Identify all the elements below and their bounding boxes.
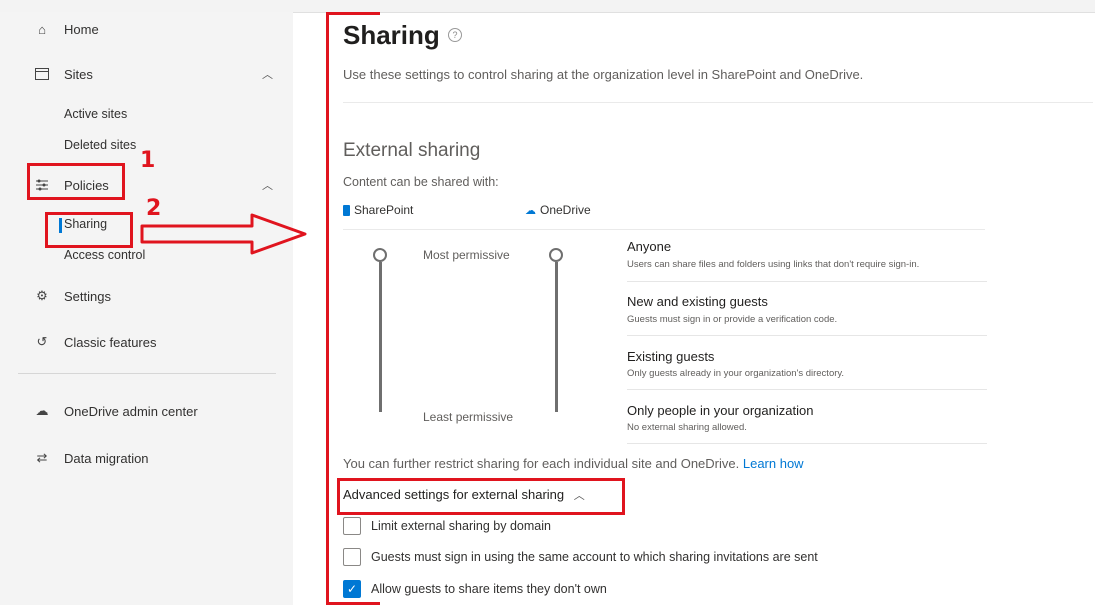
- help-icon[interactable]: ?: [448, 28, 462, 42]
- gear-icon: ⚙: [36, 288, 48, 303]
- cloud-icon: ☁: [35, 403, 49, 418]
- migration-icon: ⇄: [36, 450, 48, 465]
- cloud-icon: ☁: [525, 204, 536, 217]
- nav-settings-label: Settings: [64, 288, 111, 304]
- nav-sites-label: Sites: [64, 66, 93, 82]
- level-anyone-title: Anyone: [627, 239, 672, 254]
- most-permissive-label: Most permissive: [423, 248, 510, 262]
- nav-data-migration[interactable]: ⇄ Data migration: [0, 441, 293, 475]
- nav-access-control[interactable]: Access control: [64, 248, 145, 262]
- restrict-sharing-text: You can further restrict sharing for eac…: [343, 456, 804, 471]
- level-anyone-desc: Users can share files and folders using …: [627, 259, 920, 270]
- onedrive-header: ☁ OneDrive: [525, 203, 591, 217]
- nav-onedrive-admin[interactable]: ☁ OneDrive admin center: [0, 394, 293, 428]
- nav-home[interactable]: ⌂ Home: [0, 12, 293, 46]
- annotation-advanced-box: [337, 478, 625, 515]
- chevron-up-icon[interactable]: ︿: [262, 66, 273, 82]
- restrict-text: You can further restrict sharing for eac…: [343, 456, 740, 471]
- annotation-policies-box: [27, 163, 125, 200]
- level-new-existing-desc: Guests must sign in or provide a verific…: [627, 314, 838, 325]
- nav-active-sites[interactable]: Active sites: [64, 107, 127, 121]
- annotation-arrow: [140, 213, 307, 255]
- least-permissive-label: Least permissive: [423, 410, 514, 424]
- nav-deleted-sites[interactable]: Deleted sites: [64, 138, 136, 152]
- separator: [627, 389, 987, 390]
- annotation-sharing-box: [45, 212, 133, 248]
- home-icon: ⌂: [38, 21, 46, 37]
- checkbox-guests-share[interactable]: ✓ Allow guests to share items they don't…: [343, 580, 607, 598]
- nav-settings[interactable]: ⚙ Settings: [0, 279, 293, 313]
- onedrive-slider-track[interactable]: [555, 262, 558, 412]
- checkbox-label: Limit external sharing by domain: [371, 519, 551, 533]
- annotation-mark-1: 1: [140, 148, 156, 173]
- page-description: Use these settings to control sharing at…: [343, 67, 864, 82]
- nav-home-label: Home: [64, 21, 99, 37]
- level-new-existing-title: New and existing guests: [627, 294, 768, 309]
- separator: [627, 335, 987, 336]
- history-icon: ↺: [36, 334, 48, 349]
- onedrive-slider-handle[interactable]: [549, 248, 563, 262]
- separator: [627, 443, 987, 444]
- sites-icon: [34, 66, 50, 82]
- nav-onedrive-admin-label: OneDrive admin center: [64, 403, 198, 419]
- level-existing-title: Existing guests: [627, 349, 715, 364]
- checkbox-same-account[interactable]: Guests must sign in using the same accou…: [343, 548, 818, 566]
- annotation-main-box: [326, 12, 380, 605]
- separator: [343, 229, 985, 230]
- separator: [627, 281, 987, 282]
- nav-divider: [18, 373, 276, 374]
- onedrive-label: OneDrive: [540, 203, 591, 217]
- nav-data-migration-label: Data migration: [64, 450, 149, 466]
- level-org-only-title: Only people in your organization: [627, 403, 814, 418]
- checkbox-label: Allow guests to share items they don't o…: [371, 582, 607, 596]
- nav-classic-features[interactable]: ↺ Classic features: [0, 325, 293, 359]
- level-org-only-desc: No external sharing allowed.: [627, 422, 747, 433]
- chevron-up-icon[interactable]: ︿: [262, 177, 273, 193]
- learn-how-link[interactable]: Learn how: [743, 456, 804, 471]
- main-content: Sharing ? Use these settings to control …: [300, 12, 1095, 605]
- annotation-mark-2: 2: [146, 196, 162, 221]
- nav-classic-features-label: Classic features: [64, 334, 157, 350]
- level-existing-desc: Only guests already in your organization…: [627, 368, 845, 379]
- checkbox-label: Guests must sign in using the same accou…: [371, 550, 818, 564]
- separator: [343, 102, 1093, 103]
- nav-sites[interactable]: Sites ︿: [0, 57, 293, 91]
- left-nav: ⌂ Home Sites ︿ Active sites Deleted site…: [0, 12, 293, 605]
